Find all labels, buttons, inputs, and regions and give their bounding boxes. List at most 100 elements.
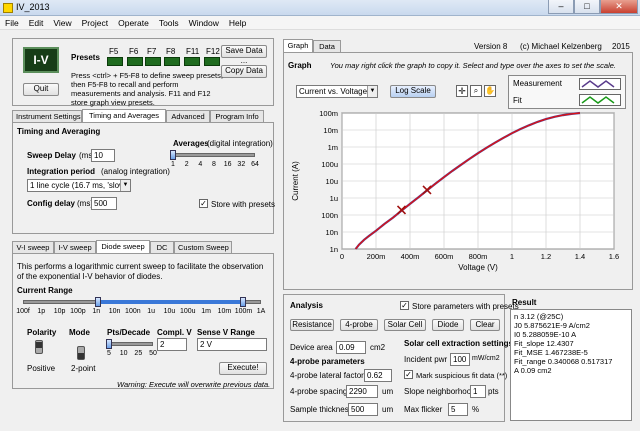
x-tick-label: 1.6: [609, 252, 619, 261]
sample-thickness-label: Sample thickness: [290, 405, 353, 414]
preset-led-f12[interactable]: [204, 57, 220, 66]
tab-diode-sweep[interactable]: Diode sweep: [96, 240, 150, 253]
incident-power-input[interactable]: 100: [450, 353, 470, 366]
range-tick: 100m: [234, 308, 253, 315]
clear-button[interactable]: Clear: [470, 319, 500, 331]
menu-operate[interactable]: Operate: [113, 16, 154, 30]
store-presets-checkbox[interactable]: ✓: [199, 199, 208, 208]
sweep-delay-input[interactable]: 10: [91, 149, 115, 162]
range-tick: 10p: [53, 308, 66, 315]
range-tick: 100p: [70, 308, 86, 315]
save-data-button[interactable]: Save Data ...: [221, 45, 267, 65]
config-delay-input[interactable]: 500: [91, 197, 117, 210]
toggle-lever-icon: [78, 353, 84, 359]
averages-slider-thumb[interactable]: [170, 150, 176, 160]
tab-custom-sweep[interactable]: Custom Sweep: [174, 241, 232, 253]
pts-slider-track[interactable]: [109, 342, 153, 346]
compliance-label: Compl. V: [157, 328, 192, 337]
mark-suspicious-checkbox[interactable]: ✓: [404, 370, 413, 379]
toggle-lever-icon: [36, 342, 42, 348]
preset-key-f12: F12: [206, 47, 220, 56]
tab-vi-sweep[interactable]: V-I sweep: [12, 241, 54, 253]
tab-iv-sweep[interactable]: I-V sweep: [54, 241, 96, 253]
menu-tools[interactable]: Tools: [154, 16, 184, 30]
tab-advanced[interactable]: Advanced: [166, 110, 210, 122]
plot-type-select[interactable]: Current vs. Voltage ▼: [296, 85, 378, 98]
menu-bar: File Edit View Project Operate Tools Window Hel…: [0, 16, 640, 30]
mode-value: 2-point: [71, 364, 96, 373]
range-tick: 100n: [125, 308, 141, 315]
current-range-low-thumb[interactable]: [95, 297, 101, 307]
quit-button[interactable]: Quit: [23, 83, 59, 96]
pts-slider-thumb[interactable]: [106, 339, 112, 349]
menu-view[interactable]: View: [48, 16, 76, 30]
zoom-icon[interactable]: ⌕: [470, 85, 482, 97]
polarity-toggle[interactable]: [35, 340, 43, 354]
app-icon: [3, 3, 13, 13]
pts-tick: 5: [107, 350, 111, 357]
four-probe-button[interactable]: 4-probe: [340, 319, 378, 331]
sample-thickness-input[interactable]: 500: [348, 403, 378, 416]
preset-led-f8[interactable]: [164, 57, 180, 66]
legend-measurement-swatch[interactable]: [579, 78, 621, 90]
menu-window[interactable]: Window: [184, 16, 224, 30]
menu-project[interactable]: Project: [77, 16, 113, 30]
menu-help[interactable]: Help: [224, 16, 251, 30]
log-scale-button[interactable]: Log Scale: [390, 85, 436, 98]
maximize-button[interactable]: □: [574, 0, 600, 14]
pan-hand-icon[interactable]: ✋: [484, 85, 496, 97]
y-tick-label: 100m: [319, 109, 338, 118]
title-bar: IV_2013 – □ ✕: [0, 0, 640, 16]
chevron-down-icon: ▼: [367, 86, 377, 97]
y-axis-label: Current (A): [291, 161, 300, 201]
averages-slider-track[interactable]: [173, 153, 255, 157]
preset-led-f7[interactable]: [145, 57, 161, 66]
solar-cell-button[interactable]: Solar Cell: [384, 319, 426, 331]
crosshair-icon[interactable]: ✛: [456, 85, 468, 97]
menu-file[interactable]: File: [0, 16, 24, 30]
integration-label: Integration period: [27, 167, 95, 176]
mode-toggle[interactable]: [77, 346, 85, 360]
tab-timing-averages[interactable]: Timing and Averages: [82, 109, 166, 122]
config-delay-label: Config delay: [27, 199, 76, 208]
range-tick: 1p: [37, 308, 46, 315]
preset-key-f8: F8: [166, 47, 176, 56]
y-tick-label: 10u: [325, 177, 338, 186]
tab-instrument-settings[interactable]: Instrument Settings: [12, 110, 82, 122]
probe-spacing-input[interactable]: 2290: [346, 385, 378, 398]
copy-data-button[interactable]: Copy Data: [221, 65, 267, 78]
tab-graph[interactable]: Graph: [283, 39, 313, 52]
device-area-input[interactable]: 0.09: [336, 341, 366, 354]
chevron-down-icon: ▼: [120, 180, 130, 191]
preset-led-f11[interactable]: [184, 57, 200, 66]
diode-button[interactable]: Diode: [432, 319, 464, 331]
y-tick-label: 1m: [328, 143, 338, 152]
sense-range-label: Sense V Range: [197, 328, 255, 337]
max-flicker-input[interactable]: 5: [448, 403, 468, 416]
slope-neighborhood-input[interactable]: 1: [470, 385, 486, 398]
legend-fit-swatch[interactable]: [579, 94, 621, 106]
tab-data[interactable]: Data: [313, 40, 341, 52]
resistance-button[interactable]: Resistance: [290, 319, 334, 331]
minimize-button[interactable]: –: [548, 0, 574, 14]
current-range-high-thumb[interactable]: [240, 297, 246, 307]
execute-button[interactable]: Execute!: [219, 362, 267, 375]
tab-program-info[interactable]: Program Info: [210, 110, 264, 122]
lateral-factor-input[interactable]: 0.62: [364, 369, 392, 382]
result-box[interactable]: n 3.12 (@25C) J0 5.875621E-9 A/cm2 I0 5.…: [510, 309, 632, 421]
preset-led-f5[interactable]: [107, 57, 123, 66]
preset-key-f6: F6: [129, 47, 139, 56]
timing-heading: Timing and Averaging: [17, 127, 101, 136]
sense-range-select[interactable]: 2 V: [197, 338, 267, 351]
close-button[interactable]: ✕: [600, 0, 638, 14]
menu-edit[interactable]: Edit: [24, 16, 49, 30]
preset-led-f6[interactable]: [127, 57, 143, 66]
app-logo: I-V: [23, 47, 59, 73]
compliance-input[interactable]: 2: [157, 338, 187, 351]
averages-label: Averages: [173, 139, 209, 148]
range-tick: 1u: [147, 308, 156, 315]
store-parameters-checkbox[interactable]: ✓: [400, 301, 409, 310]
iv-chart[interactable]: 0 200m 400m 600m 800m 1 1.2 1.4 1.6 100m 10m 1m 100u…: [284, 109, 634, 289]
tab-dc[interactable]: DC: [150, 241, 174, 253]
integration-select[interactable]: 1 line cycle (16.7 ms, 'slow') ▼: [27, 179, 131, 192]
